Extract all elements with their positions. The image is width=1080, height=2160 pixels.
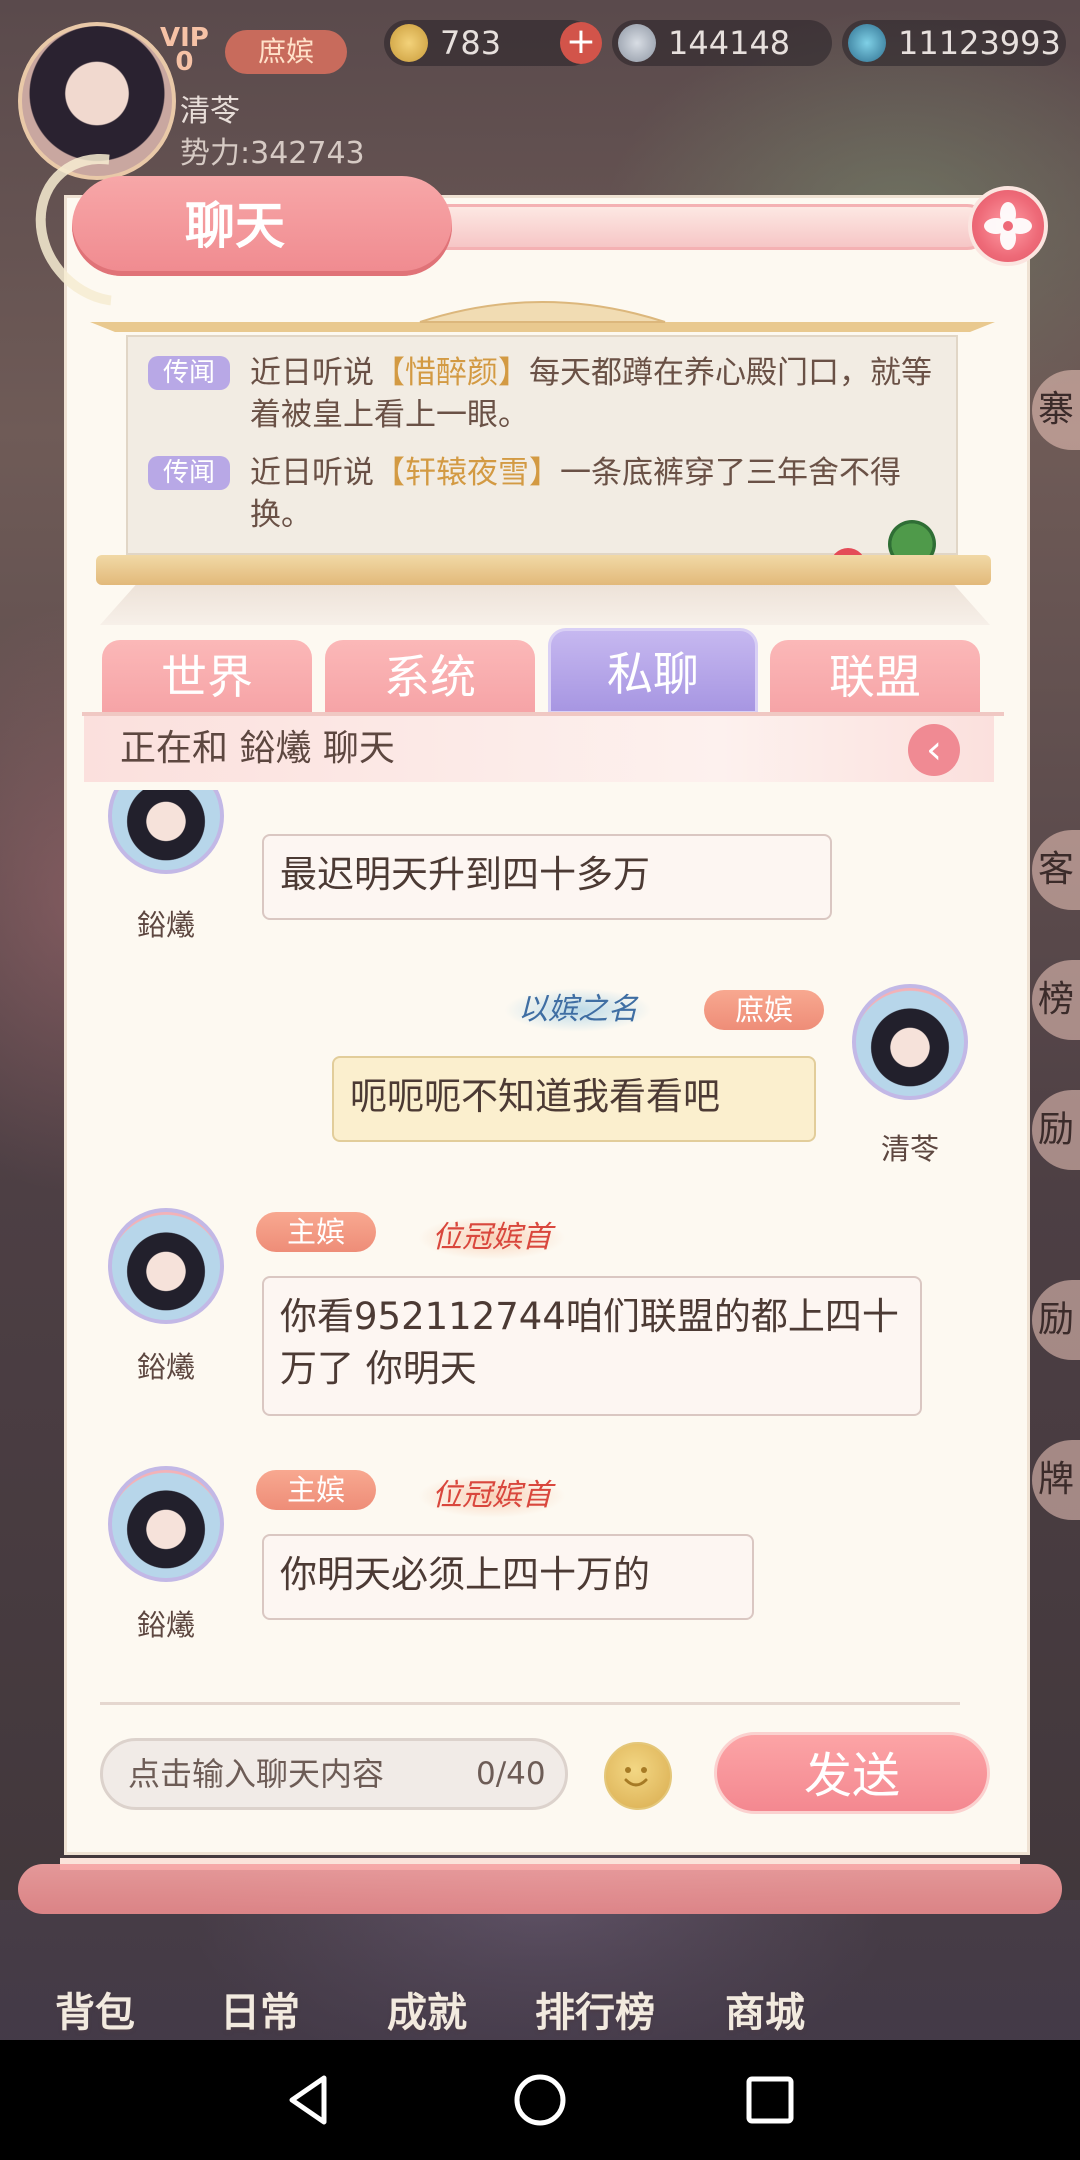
board-floor [100,585,990,625]
rumor-text: 近日听说【轩辕夜雪】一条底裤穿了三年舍不得换。 [250,455,901,533]
rank-badge: 主嫔 [256,1470,376,1510]
chat-back-button[interactable]: ‹ [908,724,960,776]
rumor-tag: 传闻 [148,456,230,490]
title-badge: 位冠嫔首 [418,1216,566,1260]
bottom-nav: 背包 日常 成就 排行榜 商城 [0,1900,1080,2040]
message-bubble[interactable]: 最迟明天升到四十多万 [262,834,832,920]
tab-system[interactable]: 系统 [325,640,535,714]
rumor-tag: 传闻 [148,356,230,390]
nav-shop[interactable]: 商城 [690,1980,840,2038]
board-shelf [96,555,991,585]
nav-daily[interactable]: 日常 [185,1980,335,2038]
message-user: 清苓 [880,1132,939,1166]
message-user: 鋊爔 [136,1608,195,1642]
chat-input-placeholder[interactable]: 点击输入聊天内容 [128,1738,384,1810]
back-triangle-icon[interactable] [280,2070,340,2130]
title-badge: 位冠嫔首 [418,1474,566,1518]
input-divider [100,1702,960,1705]
chevron-left-icon: ‹ [926,727,942,773]
panel-title: 聊天 [185,197,285,255]
smiley-icon [624,1767,648,1787]
player-rank-badge: 庶嫔 [225,30,347,74]
recents-square-icon[interactable] [740,2070,800,2130]
message-list[interactable]: 鋊爔 最迟明天升到四十多万 以嫔之名 庶嫔 清苓 呃呃呃不知道我看看吧 主嫔 位… [84,790,994,1670]
emoji-button[interactable] [604,1742,672,1810]
orb-counter: 11123993 [842,20,1066,66]
home-circle-icon[interactable] [510,2070,570,2130]
nav-achievement[interactable]: 成就 [352,1980,502,2038]
nav-ranking[interactable]: 排行榜 [520,1980,670,2038]
message-user: 鋊爔 [136,908,195,942]
tab-alliance[interactable]: 联盟 [770,640,980,714]
message-bubble[interactable]: 你看952112744咱们联盟的都上四十万了 你明天 [262,1276,922,1416]
send-button[interactable]: 发送 [714,1732,990,1814]
orb-icon [848,24,886,62]
silver-icon [618,24,656,62]
nav-bag[interactable]: 背包 [20,1980,170,2038]
avatar[interactable] [108,1466,224,1582]
vip-badge[interactable]: VIP 0 [160,25,209,77]
gold-coin-icon [390,24,428,62]
close-icon [984,202,1032,250]
char-count: 0/40 [476,1756,546,1792]
title-bar [370,204,990,250]
avatar[interactable] [108,790,224,874]
top-hud: VIP 0 庶嫔 783 + 144148 11123993 清苓 势力:342… [0,0,1080,180]
title-badge: 以嫔之名 [504,988,652,1032]
tab-world[interactable]: 世界 [102,640,312,714]
message-user: 鋊爔 [136,1350,195,1384]
rumor-text: 近日听说【惜醉颜】每天都蹲在养心殿门口，就等着被皇上看上一眼。 [250,355,932,433]
rank-badge: 主嫔 [256,1212,376,1252]
message-bubble[interactable]: 呃呃呃不知道我看看吧 [332,1056,816,1142]
player-name: 清苓 [180,94,240,129]
avatar[interactable] [852,984,968,1100]
player-power: 势力:342743 [180,136,365,171]
chat-with-text: 正在和 鋊爔 聊天 [120,728,395,769]
rank-badge: 庶嫔 [704,990,824,1030]
scroll-decoration [18,1864,1062,1914]
avatar[interactable] [108,1208,224,1324]
tab-private[interactable]: 私聊 [548,628,758,714]
message-bubble[interactable]: 你明天必须上四十万的 [262,1534,754,1620]
add-gold-button[interactable]: + [560,22,602,64]
vip-level: 0 [175,47,194,77]
board-roof [90,301,995,332]
close-button[interactable] [968,186,1048,266]
silver-counter: 144148 [612,20,832,66]
